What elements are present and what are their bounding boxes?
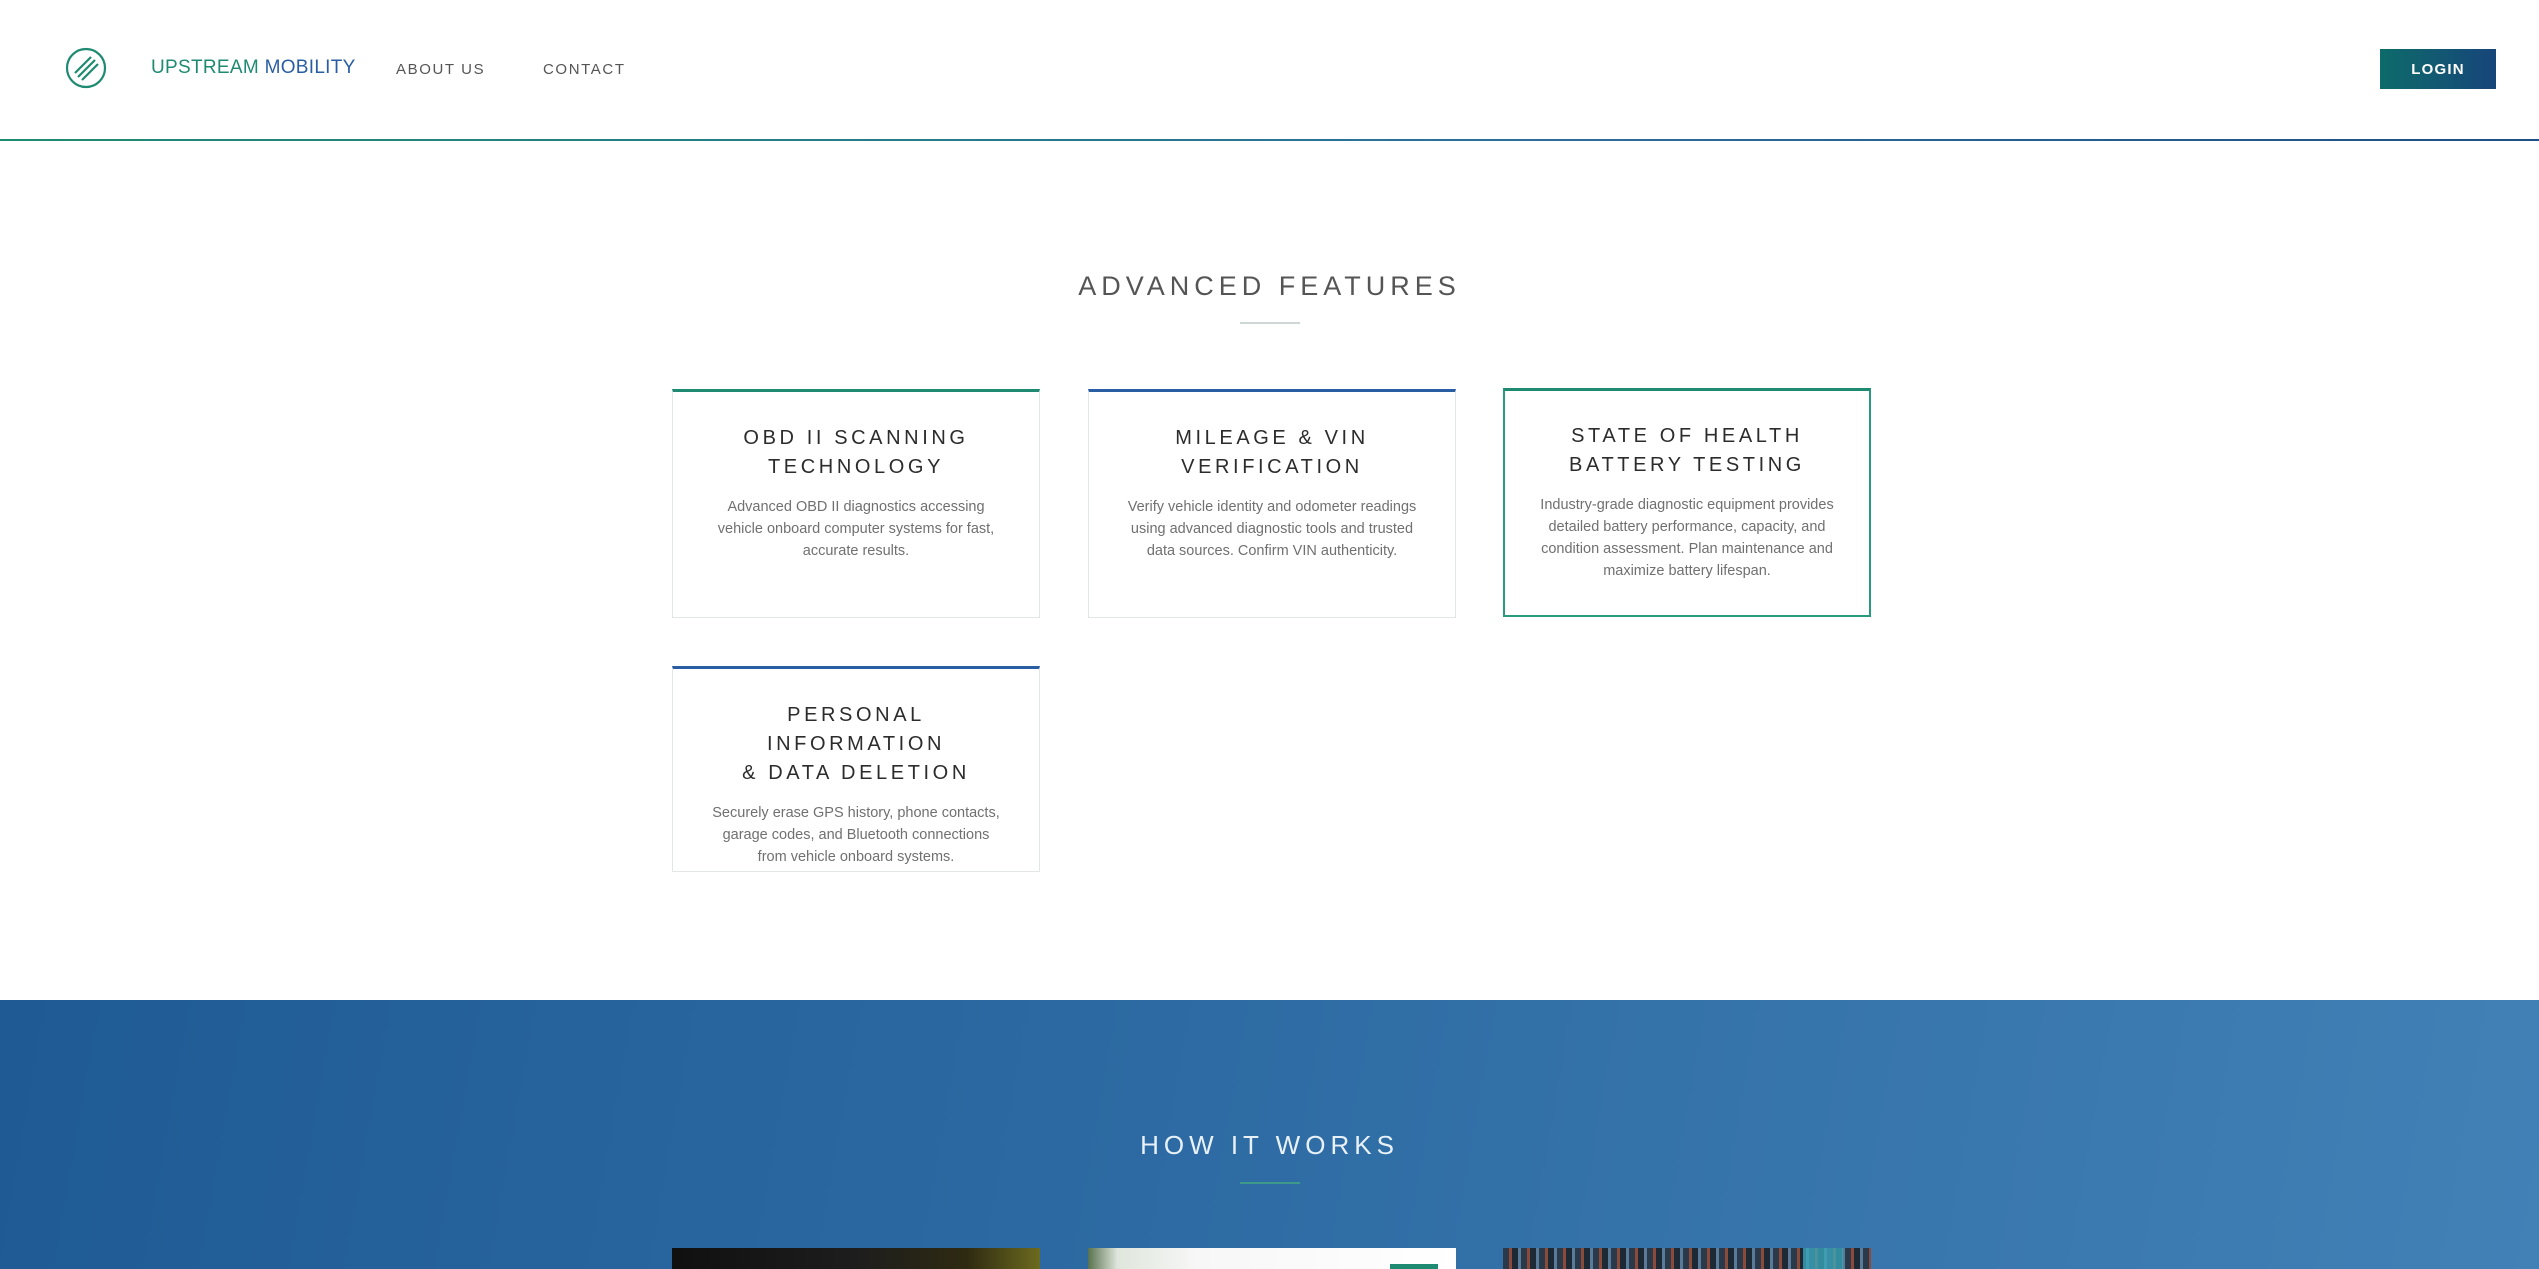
header-divider	[0, 139, 2539, 141]
feature-card-description-line: Verify vehicle identity and odometer rea…	[1127, 499, 1417, 515]
nav-link-about-us[interactable]: ABOUT US	[396, 61, 485, 78]
brand-name-part1: UPSTREAM	[151, 57, 259, 78]
feature-card-title: MILEAGE & VIN VERIFICATION	[1117, 424, 1427, 482]
feature-card-title: PERSONAL INFORMATION & DATA DELETION	[701, 701, 1011, 788]
feature-card-description-line: maximize battery lifespan.	[1603, 563, 1771, 579]
feature-card-title-line: TECHNOLOGY	[767, 456, 945, 478]
feature-card-title-line: & DATA DELETION	[742, 762, 970, 784]
how-it-works-title-underline	[1240, 1182, 1300, 1184]
step-image-1	[672, 1248, 1040, 1269]
brand-name-part2: MOBILITY	[264, 57, 356, 78]
feature-card-obd-scanning: OBD II SCANNING TECHNOLOGY Advanced OBD …	[672, 389, 1040, 618]
feature-card-battery-health: STATE OF HEALTH BATTERY TESTING Industry…	[1503, 388, 1871, 617]
step-image-3	[1503, 1248, 1871, 1269]
feature-card-description-line: condition assessment. Plan maintenance a…	[1541, 541, 1833, 557]
feature-card-title-line: PERSONAL INFORMATION	[766, 704, 946, 755]
features-title-underline	[1240, 322, 1300, 324]
feature-card-description-line: using advanced diagnostic tools and trus…	[1130, 521, 1414, 537]
feature-card-description-line: from vehicle onboard systems.	[757, 849, 955, 865]
site-header: UPSTREAM MOBILITY ABOUT US CONTACT LOGIN	[0, 0, 2539, 140]
brand-name[interactable]: UPSTREAM MOBILITY	[151, 57, 356, 79]
login-button[interactable]: LOGIN	[2380, 49, 2496, 89]
feature-card-description-line: accurate results.	[802, 543, 910, 559]
feature-card-title: OBD II SCANNING TECHNOLOGY	[701, 424, 1011, 482]
feature-card-description-line: data sources. Confirm VIN authenticity.	[1146, 543, 1398, 559]
feature-card-description-line: Advanced OBD II diagnostics accessing	[727, 499, 985, 515]
feature-card-description-line: garage codes, and Bluetooth connections	[722, 827, 990, 843]
feature-card-data-deletion: PERSONAL INFORMATION & DATA DELETION Sec…	[672, 666, 1040, 872]
feature-card-mileage-vin: MILEAGE & VIN VERIFICATION Verify vehicl…	[1088, 389, 1456, 618]
feature-card-description: Industry-grade diagnostic equipment prov…	[1533, 494, 1841, 582]
step-image-2	[1088, 1248, 1456, 1269]
feature-card-title-line: STATE OF HEALTH	[1571, 425, 1803, 447]
feature-card-description-line: detailed battery performance, capacity, …	[1548, 519, 1826, 535]
nav-link-contact[interactable]: CONTACT	[543, 61, 626, 78]
feature-card-title: STATE OF HEALTH BATTERY TESTING	[1533, 422, 1841, 480]
features-section-title: ADVANCED FEATURES	[1078, 271, 1461, 301]
feature-card-description-line: vehicle onboard computer systems for fas…	[717, 521, 995, 537]
step-image-highlight	[1803, 1248, 1843, 1269]
feature-card-title-line: VERIFICATION	[1181, 456, 1363, 478]
feature-card-title-line: OBD II SCANNING	[743, 427, 969, 449]
feature-card-title-line: MILEAGE & VIN	[1175, 427, 1369, 449]
feature-card-description-line: Securely erase GPS history, phone contac…	[712, 805, 1000, 821]
feature-card-description: Advanced OBD II diagnostics accessing ve…	[701, 496, 1011, 562]
how-it-works-title: HOW IT WORKS	[1140, 1130, 1399, 1160]
feature-card-description: Verify vehicle identity and odometer rea…	[1117, 496, 1427, 562]
feature-card-title-line: BATTERY TESTING	[1569, 454, 1805, 476]
feature-card-description: Securely erase GPS history, phone contac…	[701, 802, 1011, 868]
logo-icon[interactable]	[64, 46, 108, 90]
step-image-badge	[1390, 1264, 1438, 1269]
feature-card-description-line: Industry-grade diagnostic equipment prov…	[1540, 497, 1834, 513]
